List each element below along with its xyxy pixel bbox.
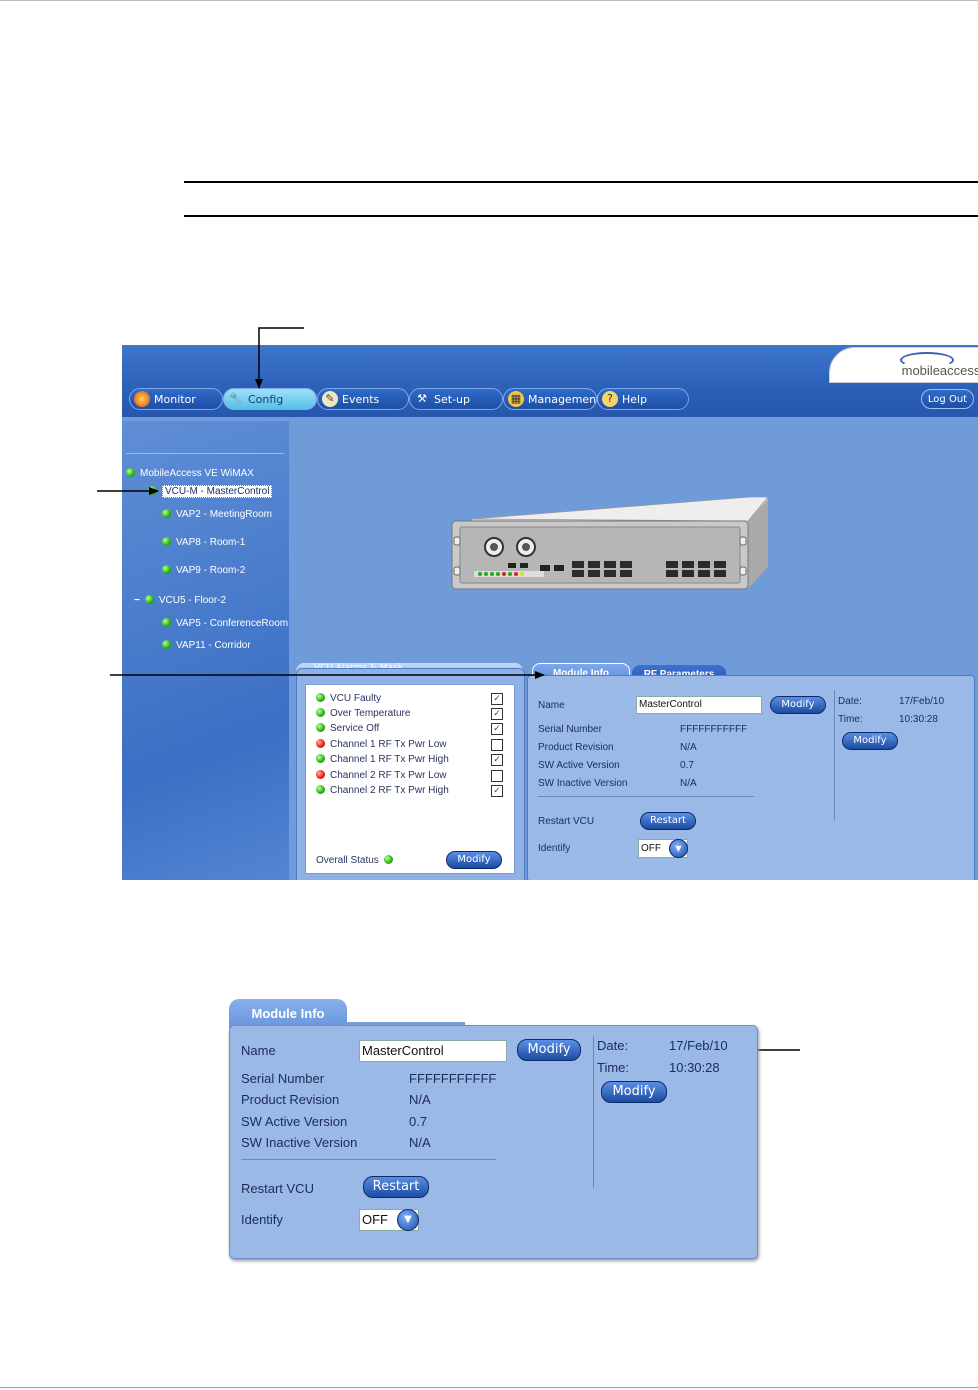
chevron-down-icon[interactable]: ▼ (397, 1209, 419, 1231)
zoom-serial-label: Serial Number (241, 1071, 325, 1086)
zoom-identify-label: Identify (241, 1212, 283, 1227)
zoom-sw-active-label: SW Active Version (241, 1114, 348, 1129)
zoom-serial-value: FFFFFFFFFFF (409, 1071, 497, 1086)
zoom-product-revision-value: N/A (409, 1092, 431, 1107)
zoom-name-label: Name (241, 1043, 276, 1058)
zoom-date-value: 17/Feb/10 (669, 1038, 728, 1053)
zoom-datetime-modify-button[interactable]: Modify (601, 1081, 667, 1103)
zoom-identify-value: OFF (362, 1212, 388, 1227)
zoom-time-value: 10:30:28 (669, 1060, 720, 1075)
zoom-name-modify-button[interactable]: Modify (517, 1039, 581, 1061)
callout-config-tab (255, 327, 304, 389)
zoom-sw-inactive-value: N/A (409, 1135, 431, 1150)
page-bottom-rule (0, 1387, 978, 1388)
zoom-restart-label: Restart VCU (241, 1181, 314, 1196)
zoom-sw-inactive-label: SW Inactive Version (241, 1135, 358, 1150)
zoom-sw-active-value: 0.7 (409, 1114, 428, 1129)
zoom-date-label: Date: (597, 1038, 629, 1053)
zoom-restart-button[interactable]: Restart (363, 1176, 429, 1198)
zoom-name-input[interactable]: MasterControl (359, 1040, 507, 1062)
zoom-divider (241, 1159, 496, 1160)
zoom-time-label: Time: (597, 1060, 630, 1075)
zoom-vertical-divider (593, 1036, 594, 1188)
zoom-product-revision-label: Product Revision (241, 1092, 340, 1107)
zoom-module-info-panel: Name MasterControl Modify Serial Number … (229, 1025, 758, 1259)
